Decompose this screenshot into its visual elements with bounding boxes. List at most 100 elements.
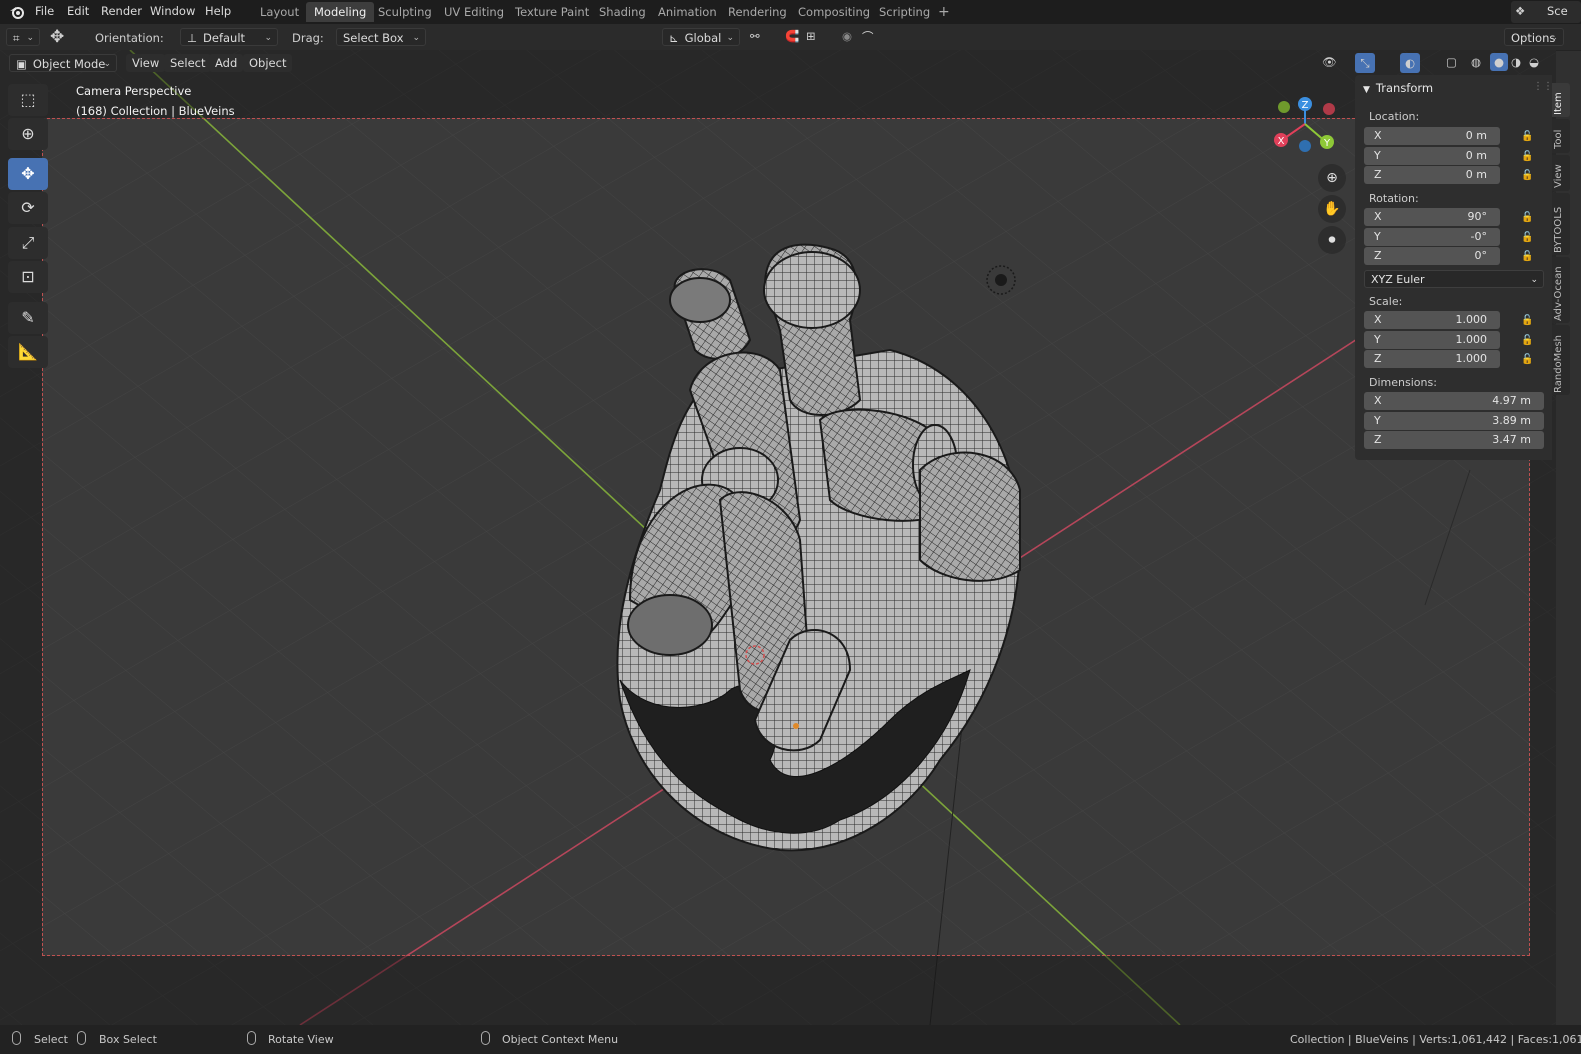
- menu-window[interactable]: Window: [150, 4, 195, 18]
- tab-modeling[interactable]: Modeling: [306, 2, 375, 22]
- lock-icon[interactable]: 🔓: [1521, 335, 1533, 346]
- drag-value: Select Box: [343, 31, 404, 45]
- scale-z-field[interactable]: Z 1.000: [1364, 350, 1500, 368]
- tab-item[interactable]: Item: [1552, 83, 1570, 117]
- hand-icon: ✋: [1323, 201, 1341, 217]
- transform-orientation-dropdown[interactable]: ⊾ Global ⌄: [662, 28, 740, 46]
- solid-shading-icon[interactable]: ●: [1490, 53, 1508, 71]
- snap-icon[interactable]: 🧲: [785, 29, 799, 43]
- tab-shading[interactable]: Shading: [591, 2, 654, 22]
- tool-select-box[interactable]: ⬚: [8, 84, 48, 116]
- wireframe-shading-icon[interactable]: ◍: [1471, 55, 1481, 69]
- tab-uv-editing[interactable]: UV Editing: [436, 2, 512, 22]
- tab-view[interactable]: View: [1552, 155, 1570, 191]
- pivot-point-icon[interactable]: ⚯: [750, 29, 760, 43]
- camera-view-button[interactable]: ⏺: [1318, 226, 1346, 254]
- snap-target-icon[interactable]: ⊞: [806, 29, 816, 43]
- dimensions-z-field[interactable]: Z 3.47 m: [1364, 431, 1544, 449]
- 3d-viewport[interactable]: Camera Perspective (168) Collection | Bl…: [0, 50, 1556, 1025]
- menu-render[interactable]: Render: [101, 4, 142, 18]
- location-x-field[interactable]: X 0 m: [1364, 127, 1500, 145]
- tab-texture-paint[interactable]: Texture Paint: [507, 2, 597, 22]
- drag-handle-icon[interactable]: ⋮⋮: [1533, 81, 1553, 92]
- mode-dropdown[interactable]: ▣ Object Mode ⌄: [9, 54, 117, 72]
- dimensions-x-field[interactable]: X 4.97 m: [1364, 392, 1544, 410]
- options-dropdown[interactable]: Options ⌄: [1504, 28, 1564, 46]
- tool-scale[interactable]: ⤢: [8, 227, 48, 259]
- axis-label: Y: [1374, 149, 1381, 162]
- rotate-icon: ⟳: [21, 198, 35, 217]
- xray-icon[interactable]: ▢: [1446, 55, 1457, 69]
- tab-animation[interactable]: Animation: [650, 2, 725, 22]
- blender-logo-icon[interactable]: [8, 3, 26, 21]
- gizmo-neg-y[interactable]: [1278, 101, 1290, 113]
- heart-mesh-object[interactable]: [590, 200, 1040, 860]
- tab-adv-ocean[interactable]: Adv-Ocean: [1552, 257, 1570, 323]
- falloff-icon[interactable]: ⌒: [862, 29, 874, 45]
- tab-rendering[interactable]: Rendering: [720, 2, 795, 22]
- tool-rotate[interactable]: ⟳: [8, 192, 48, 224]
- material-shading-icon[interactable]: ◑: [1511, 55, 1521, 69]
- tool-annotate[interactable]: ✎: [8, 302, 48, 334]
- location-y-field[interactable]: Y 0 m: [1364, 147, 1500, 165]
- tab-randomesh[interactable]: RandoMesh: [1552, 325, 1570, 395]
- orientation-dropdown[interactable]: ⊥ Default ⌄: [180, 28, 278, 46]
- scale-y-field[interactable]: Y 1.000: [1364, 331, 1500, 349]
- tab-bytools[interactable]: BYTOOLS: [1552, 193, 1570, 255]
- object-menu[interactable]: Object: [243, 54, 293, 72]
- gizmo-neg-z[interactable]: [1299, 140, 1311, 152]
- rendered-shading-icon[interactable]: ◒: [1529, 55, 1539, 69]
- light-object-icon[interactable]: [985, 264, 1017, 296]
- tab-sculpting[interactable]: Sculpting: [370, 2, 440, 22]
- tool-cursor[interactable]: ⊕: [8, 118, 48, 150]
- gizmo-toggle-icon[interactable]: ⤡: [1355, 53, 1375, 73]
- tab-compositing[interactable]: Compositing: [790, 2, 878, 22]
- gizmo-neg-x[interactable]: [1323, 103, 1335, 115]
- lock-icon[interactable]: 🔓: [1521, 315, 1533, 326]
- field-value: 4.97 m: [1492, 394, 1531, 407]
- visibility-icon[interactable]: 👁: [1322, 55, 1337, 69]
- proportional-edit-icon[interactable]: ◉: [842, 29, 852, 43]
- tool-move[interactable]: ✥: [8, 158, 48, 190]
- lock-icon[interactable]: 🔓: [1521, 251, 1533, 262]
- tab-scripting[interactable]: Scripting: [871, 2, 938, 22]
- navigation-gizmo[interactable]: Z X Y: [1272, 94, 1340, 158]
- sidebar-transform-panel: ▼ Transform ⋮⋮ Location: X 0 m Y 0 m Z 0 m 🔓…: [1355, 75, 1553, 460]
- add-workspace-button[interactable]: +: [930, 2, 958, 22]
- move-icon: ✥: [21, 164, 35, 183]
- select-menu[interactable]: Select: [164, 54, 212, 72]
- rotation-x-field[interactable]: X 90°: [1364, 208, 1500, 226]
- lock-icon[interactable]: 🔓: [1521, 131, 1533, 142]
- tab-tool[interactable]: Tool: [1552, 119, 1570, 153]
- lock-icon[interactable]: 🔓: [1521, 151, 1533, 162]
- add-menu[interactable]: Add: [209, 54, 244, 72]
- location-z-field[interactable]: Z 0 m: [1364, 166, 1500, 184]
- view-menu[interactable]: View: [126, 54, 166, 72]
- lock-icon[interactable]: 🔓: [1521, 212, 1533, 223]
- mouse-right-icon: [481, 1031, 490, 1045]
- axis-label: Y: [1374, 230, 1381, 243]
- zoom-button[interactable]: ⊕: [1318, 164, 1346, 192]
- tool-transform[interactable]: ⊡: [8, 261, 48, 293]
- lock-icon[interactable]: 🔓: [1521, 170, 1533, 181]
- overlays-icon[interactable]: ◐: [1400, 53, 1420, 73]
- lock-icon[interactable]: 🔓: [1521, 354, 1533, 365]
- tab-layout[interactable]: Layout: [252, 2, 307, 22]
- menu-edit[interactable]: Edit: [67, 4, 89, 18]
- pan-button[interactable]: ✋: [1318, 195, 1346, 223]
- scene-selector[interactable]: ❖ Sce: [1511, 1, 1581, 23]
- rotation-mode-dropdown[interactable]: XYZ Euler ⌄: [1364, 270, 1544, 288]
- scale-x-field[interactable]: X 1.000: [1364, 311, 1500, 329]
- transform-panel-header[interactable]: ▼ Transform: [1363, 81, 1433, 95]
- zoom-icon: ⊕: [1326, 170, 1338, 186]
- lock-icon[interactable]: 🔓: [1521, 232, 1533, 243]
- dimensions-y-field[interactable]: Y 3.89 m: [1364, 412, 1544, 430]
- menu-file[interactable]: File: [35, 4, 54, 18]
- status-box-select: Box Select: [99, 1033, 157, 1046]
- menu-help[interactable]: Help: [205, 4, 231, 18]
- rotation-y-field[interactable]: Y -0°: [1364, 228, 1500, 246]
- tool-measure[interactable]: 📐: [8, 336, 48, 368]
- drag-dropdown[interactable]: Select Box ⌄: [336, 28, 426, 46]
- rotation-z-field[interactable]: Z 0°: [1364, 247, 1500, 265]
- editor-type-dropdown[interactable]: ⌗ ⌄: [6, 28, 40, 46]
